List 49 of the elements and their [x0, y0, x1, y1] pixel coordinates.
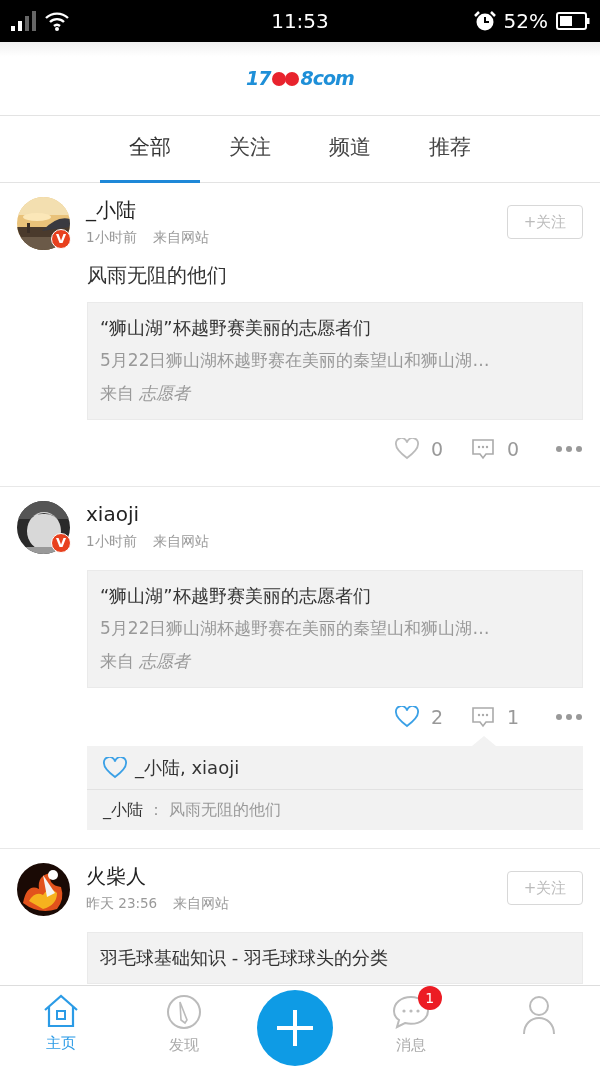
- article-summary: 5月22日狮山湖杯越野赛在美丽的秦望山和狮山湖…: [100, 617, 491, 640]
- alarm-icon: [473, 10, 496, 32]
- author-name[interactable]: xiaoji: [86, 501, 583, 527]
- liked-by-names: _小陆, xiaoji: [135, 756, 240, 781]
- comment-count: 0: [505, 436, 521, 462]
- feed-tab[interactable]: 关注: [200, 116, 300, 183]
- unread-badge: 1: [417, 986, 442, 1010]
- post-source: 来自网站: [152, 228, 209, 247]
- like-count: 2: [429, 704, 445, 730]
- comment-text: _小陆 ： 风雨无阻的他们: [102, 799, 283, 821]
- battery-icon: [556, 11, 590, 31]
- author-name[interactable]: _小陆: [86, 197, 491, 223]
- shared-article-card[interactable]: 羽毛球基础知识 - 羽毛球球头的分类: [87, 932, 583, 984]
- clock-time: 11:53: [270, 8, 330, 35]
- post-time: 昨天 23:56: [86, 894, 158, 913]
- article-summary: 5月22日狮山湖杯越野赛在美丽的秦望山和狮山湖…: [100, 349, 491, 372]
- shared-article-card[interactable]: “狮山湖”杯越野赛美丽的志愿者们 5月22日狮山湖杯越野赛在美丽的秦望山和狮山湖… 来自 志愿者: [87, 570, 583, 688]
- more-icon[interactable]: [555, 713, 583, 721]
- post-source: 来自网站: [173, 894, 230, 913]
- feed-tab[interactable]: 频道: [300, 116, 400, 183]
- more-icon[interactable]: [555, 445, 583, 453]
- author-name[interactable]: 火柴人: [86, 863, 491, 889]
- comment-count: 1: [505, 704, 521, 730]
- logo-text: 17: [246, 66, 271, 92]
- comment-icon[interactable]: [471, 438, 495, 460]
- article-source: 来自 志愿者: [100, 382, 192, 405]
- feed-tab[interactable]: 推荐: [400, 116, 500, 183]
- battery-percent: 52%: [503, 8, 548, 35]
- chat-icon: [390, 994, 431, 1030]
- logo-text: 8com: [300, 66, 354, 92]
- post-text: 风雨无阻的他们: [87, 262, 228, 289]
- post-source: 来自网站: [152, 532, 209, 551]
- compass-icon: [166, 994, 203, 1030]
- feed-tab[interactable]: 全部: [100, 116, 200, 183]
- article-title: “狮山湖”杯越野赛美丽的志愿者们: [100, 316, 372, 340]
- signal-icon: [10, 10, 36, 32]
- person-icon: [520, 994, 557, 1034]
- nav-tab[interactable]: 消息 1: [355, 986, 466, 1057]
- shared-article-card[interactable]: “狮山湖”杯越野赛美丽的志愿者们 5月22日狮山湖杯越野赛在美丽的秦望山和狮山湖… 来自 志愿者: [87, 302, 583, 420]
- post-time: 1小时前: [86, 532, 137, 551]
- heart-icon: [103, 756, 127, 779]
- article-source: 来自 志愿者: [100, 650, 192, 673]
- like-count: 0: [429, 436, 445, 462]
- wifi-icon: [44, 10, 70, 32]
- article-title: 羽毛球基础知识 - 羽毛球球头的分类: [100, 946, 389, 970]
- comment-icon[interactable]: [471, 706, 495, 728]
- article-title: “狮山湖”杯越野赛美丽的志愿者们: [100, 584, 372, 608]
- plus-icon: [275, 1008, 315, 1048]
- post-time: 1小时前: [86, 228, 137, 247]
